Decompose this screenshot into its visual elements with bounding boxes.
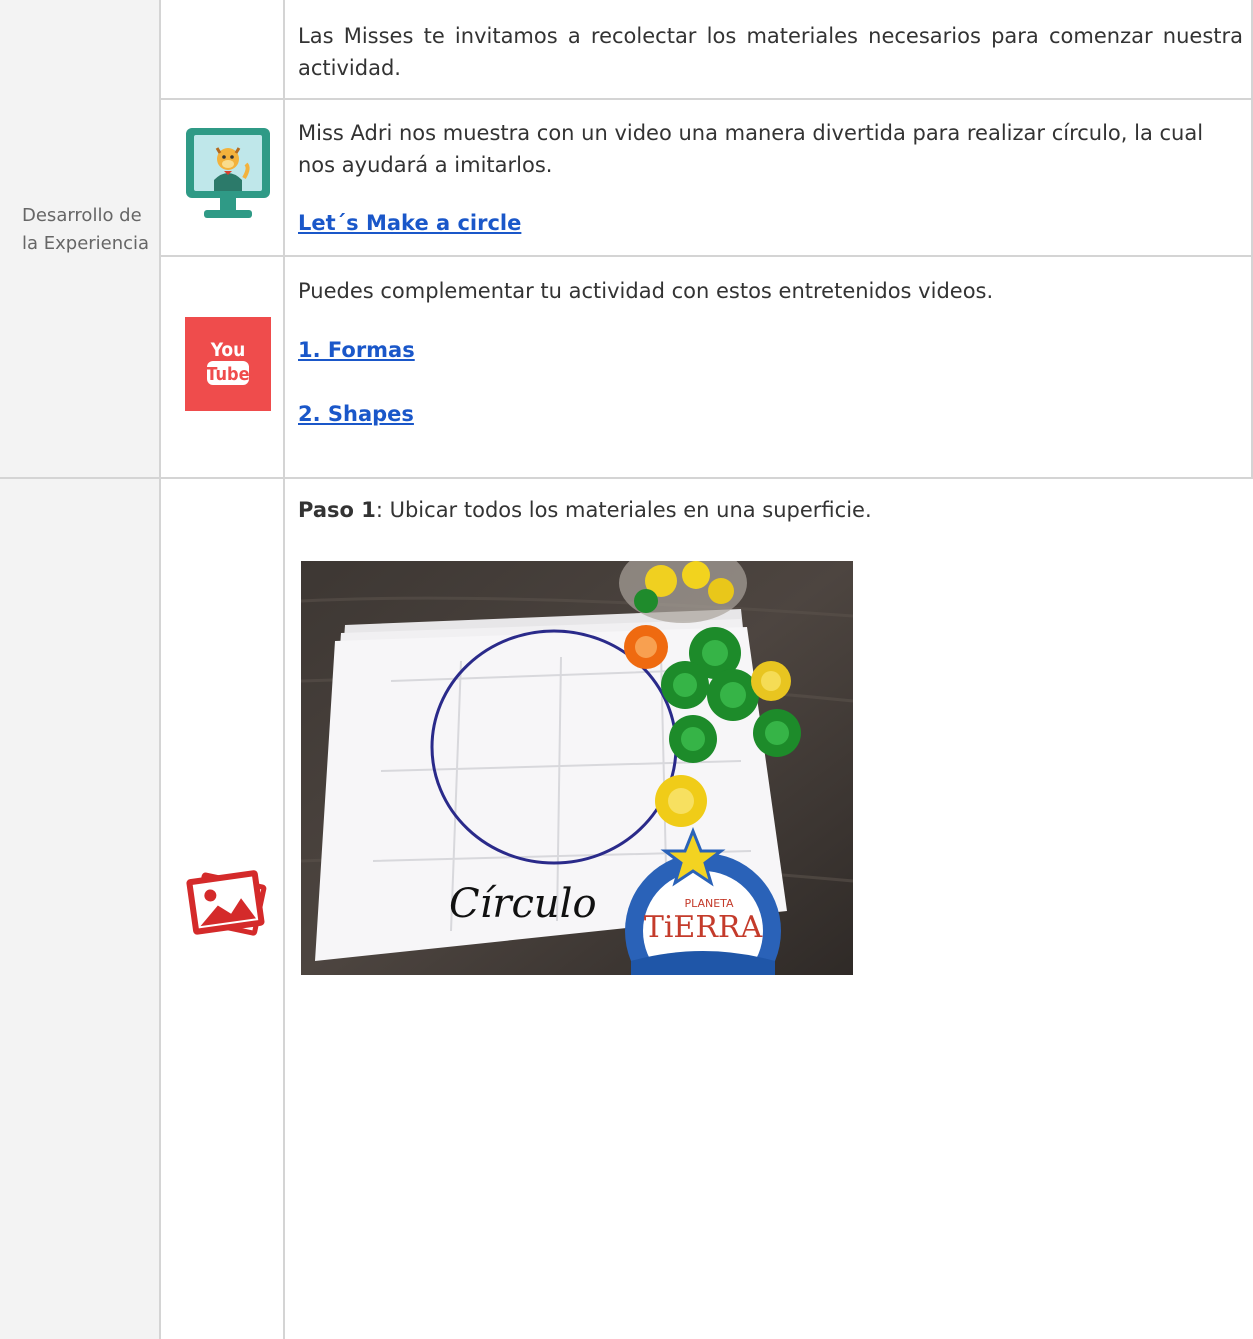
video-link-make-circle[interactable]: Let´s Make a circle <box>298 211 521 235</box>
complement-text: Puedes complementar tu actividad con est… <box>298 279 994 303</box>
materials-photo: Círculo PLANETA TiERRA <box>301 561 853 975</box>
photo-logo-big: TiERRA <box>644 910 763 945</box>
divider <box>283 0 285 1339</box>
video-link-formas[interactable]: 1. Formas <box>298 338 415 362</box>
step-1-label: Paso 1 <box>298 498 376 522</box>
divider <box>160 255 1253 257</box>
divider <box>159 0 161 1339</box>
step-1-description: : Ubicar todos los materiales en una sup… <box>375 498 872 522</box>
youtube-icon: You Tube <box>185 317 271 411</box>
step-1-text: Paso 1: Ubicar todos los materiales en u… <box>298 494 1243 526</box>
divider <box>0 477 1253 479</box>
youtube-logo-bottom: Tube <box>206 364 249 385</box>
intro-text: Las Misses te invitamos a recolectar los… <box>298 24 1243 80</box>
label-column <box>0 0 160 1339</box>
video-lesson-icon <box>184 124 272 222</box>
video-description: Miss Adri nos muestra con un video una m… <box>298 121 1204 177</box>
photo-handwritten-label: Círculo <box>449 881 597 927</box>
divider <box>160 98 1253 100</box>
section-label: Desarrollo de la Experiencia <box>22 205 150 254</box>
photo-logo-small: PLANETA <box>684 897 734 910</box>
video-link-shapes[interactable]: 2. Shapes <box>298 402 414 426</box>
image-gallery-icon <box>186 866 272 946</box>
youtube-logo-top: You <box>210 339 246 361</box>
